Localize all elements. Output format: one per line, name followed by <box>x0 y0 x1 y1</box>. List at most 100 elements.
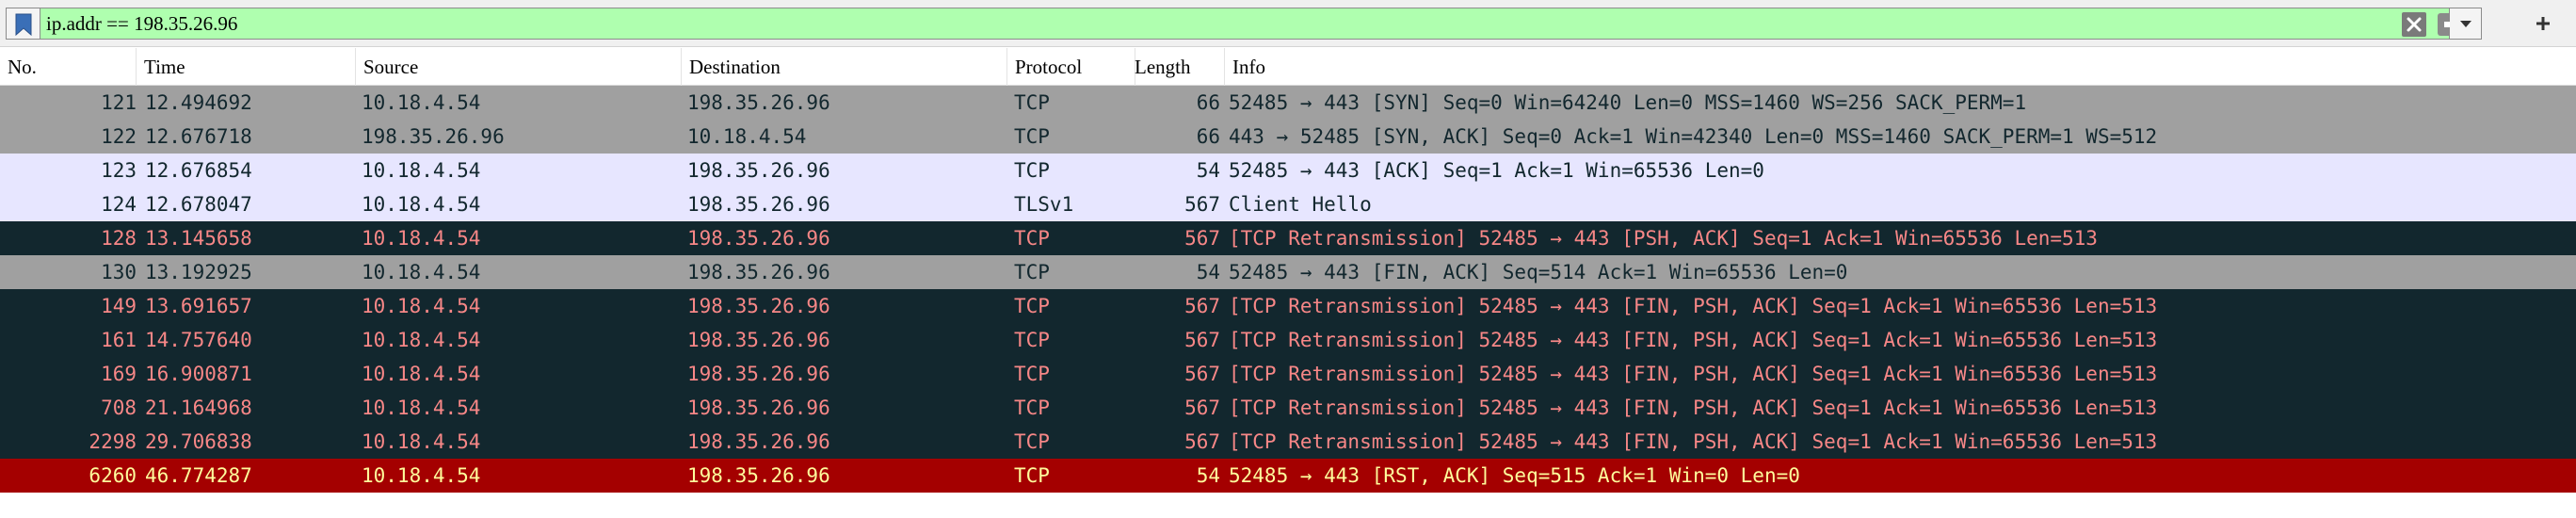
packet-length: 567 <box>1184 397 1220 419</box>
packet-source: 10.18.4.54 <box>362 430 481 453</box>
packet-info: [TCP Retransmission] 52485 → 443 [FIN, P… <box>1229 363 2158 385</box>
packet-source: 10.18.4.54 <box>362 464 481 487</box>
packet-number: 123 <box>101 159 137 182</box>
packet-length: 66 <box>1196 91 1220 114</box>
packet-protocol: TCP <box>1014 397 1050 419</box>
filter-history-dropdown[interactable] <box>2450 8 2482 40</box>
packet-row[interactable]: 121 12.494692 10.18.4.54 198.35.26.96 TCP 66 5… <box>0 86 2576 120</box>
packet-source: 10.18.4.54 <box>362 227 481 250</box>
packet-protocol: TCP <box>1014 295 1050 317</box>
packet-length: 567 <box>1184 363 1220 385</box>
packet-destination: 198.35.26.96 <box>687 261 830 283</box>
packet-protocol: TCP <box>1014 227 1050 250</box>
packet-number: 128 <box>101 227 137 250</box>
packet-destination: 198.35.26.96 <box>687 397 830 419</box>
packet-row[interactable]: 708 21.164968 10.18.4.54 198.35.26.96 TCP 567… <box>0 391 2576 425</box>
packet-info: Client Hello <box>1229 193 1372 216</box>
packet-rows: 121 12.494692 10.18.4.54 198.35.26.96 TCP 66 5… <box>0 86 2576 493</box>
packet-length: 567 <box>1184 329 1220 351</box>
packet-time: 12.494692 <box>145 91 252 114</box>
packet-info: 443 → 52485 [SYN, ACK] Seq=0 Ack=1 Win=4… <box>1229 125 2158 148</box>
packet-source: 10.18.4.54 <box>362 261 481 283</box>
packet-length: 54 <box>1196 159 1220 182</box>
packet-number: 161 <box>101 329 137 351</box>
packet-number: 149 <box>101 295 137 317</box>
packet-protocol: TCP <box>1014 329 1050 351</box>
packet-time: 14.757640 <box>145 329 252 351</box>
packet-source: 10.18.4.54 <box>362 159 481 182</box>
packet-protocol: TCP <box>1014 159 1050 182</box>
packet-row[interactable]: 2298 29.706838 10.18.4.54 198.35.26.96 TCP 56… <box>0 425 2576 459</box>
packet-length: 567 <box>1184 227 1220 250</box>
packet-destination: 198.35.26.96 <box>687 227 830 250</box>
packet-destination: 198.35.26.96 <box>687 295 830 317</box>
packet-number: 6260 <box>89 464 137 487</box>
packet-time: 46.774287 <box>145 464 252 487</box>
packet-info: [TCP Retransmission] 52485 → 443 [FIN, P… <box>1229 430 2158 453</box>
packet-time: 21.164968 <box>145 397 252 419</box>
packet-row[interactable]: 149 13.691657 10.18.4.54 198.35.26.96 TCP 567… <box>0 289 2576 323</box>
packet-length: 567 <box>1184 193 1220 216</box>
packet-number: 708 <box>101 397 137 419</box>
packet-destination: 10.18.4.54 <box>687 125 807 148</box>
packet-row[interactable]: 128 13.145658 10.18.4.54 198.35.26.96 TCP 567… <box>0 221 2576 255</box>
packet-length: 54 <box>1196 261 1220 283</box>
packet-time: 12.676718 <box>145 125 252 148</box>
packet-length: 567 <box>1184 430 1220 453</box>
packet-time: 13.691657 <box>145 295 252 317</box>
packet-protocol: TCP <box>1014 125 1050 148</box>
column-header-no[interactable]: No. <box>0 48 137 86</box>
packet-row[interactable]: 130 13.192925 10.18.4.54 198.35.26.96 TCP 54 5… <box>0 255 2576 289</box>
packet-info: [TCP Retransmission] 52485 → 443 [FIN, P… <box>1229 295 2158 317</box>
packet-source: 10.18.4.54 <box>362 193 481 216</box>
packet-time: 16.900871 <box>145 363 252 385</box>
packet-source: 10.18.4.54 <box>362 363 481 385</box>
display-filter-input[interactable] <box>46 10 2381 37</box>
column-header-protocol[interactable]: Protocol <box>1007 48 1135 86</box>
packet-length: 66 <box>1196 125 1220 148</box>
packet-length: 54 <box>1196 464 1220 487</box>
packet-destination: 198.35.26.96 <box>687 91 830 114</box>
packet-source: 10.18.4.54 <box>362 329 481 351</box>
packet-row[interactable]: 123 12.676854 10.18.4.54 198.35.26.96 TCP 54 5… <box>0 154 2576 187</box>
packet-destination: 198.35.26.96 <box>687 363 830 385</box>
packet-time: 29.706838 <box>145 430 252 453</box>
packet-source: 198.35.26.96 <box>362 125 505 148</box>
packet-row[interactable]: 169 16.900871 10.18.4.54 198.35.26.96 TCP 567… <box>0 357 2576 391</box>
column-header-source[interactable]: Source <box>356 48 682 86</box>
packet-list-header: No. Time Source Destination Protocol Len… <box>0 48 2576 86</box>
column-header-info[interactable]: Info <box>1225 48 2576 86</box>
packet-source: 10.18.4.54 <box>362 397 481 419</box>
packet-number: 122 <box>101 125 137 148</box>
packet-destination: 198.35.26.96 <box>687 159 830 182</box>
packet-number: 2298 <box>89 430 137 453</box>
packet-number: 124 <box>101 193 137 216</box>
packet-length: 567 <box>1184 295 1220 317</box>
packet-destination: 198.35.26.96 <box>687 329 830 351</box>
packet-number: 121 <box>101 91 137 114</box>
add-filter-button[interactable] <box>2529 8 2557 40</box>
packet-protocol: TCP <box>1014 91 1050 114</box>
packet-row[interactable]: 124 12.678047 10.18.4.54 198.35.26.96 TLSv1 5… <box>0 187 2576 221</box>
packet-time: 12.676854 <box>145 159 252 182</box>
packet-row[interactable]: 161 14.757640 10.18.4.54 198.35.26.96 TCP 567… <box>0 323 2576 357</box>
packet-number: 169 <box>101 363 137 385</box>
packet-destination: 198.35.26.96 <box>687 430 830 453</box>
column-header-time[interactable]: Time <box>137 48 356 86</box>
column-header-destination[interactable]: Destination <box>682 48 1007 86</box>
clear-filter-button[interactable] <box>2401 11 2427 38</box>
clear-filter-icon <box>2401 12 2427 41</box>
filter-input-container[interactable] <box>40 8 2479 40</box>
display-filter-toolbar <box>0 0 2576 47</box>
packet-row[interactable]: 122 12.676718 198.35.26.96 10.18.4.54 TCP 66 4… <box>0 120 2576 154</box>
packet-list: No. Time Source Destination Protocol Len… <box>0 48 2576 518</box>
packet-row[interactable]: 6260 46.774287 10.18.4.54 198.35.26.96 TCP 54… <box>0 459 2576 493</box>
packet-info: 52485 → 443 [FIN, ACK] Seq=514 Ack=1 Win… <box>1229 261 1848 283</box>
packet-protocol: TLSv1 <box>1014 193 1074 216</box>
packet-info: 52485 → 443 [ACK] Seq=1 Ack=1 Win=65536 … <box>1229 159 1764 182</box>
filter-bookmark-button[interactable] <box>6 8 40 40</box>
packet-destination: 198.35.26.96 <box>687 193 830 216</box>
packet-info: [TCP Retransmission] 52485 → 443 [FIN, P… <box>1229 397 2158 419</box>
packet-destination: 198.35.26.96 <box>687 464 830 487</box>
column-header-length[interactable]: Length <box>1127 48 1225 86</box>
